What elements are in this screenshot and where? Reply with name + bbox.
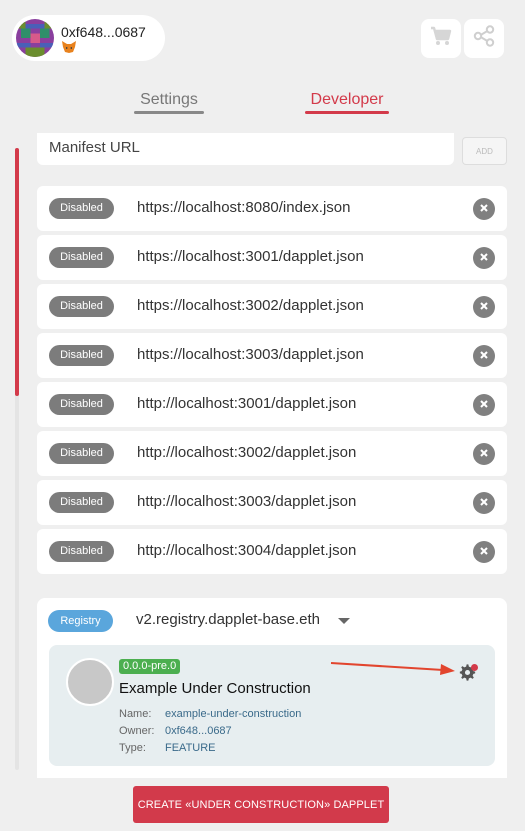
remove-button[interactable] [473,296,495,318]
status-badge[interactable]: Disabled [49,296,114,317]
close-icon [479,494,489,512]
owner-label: Owner: [119,725,155,737]
registry-row: Disabled https://localhost:3001/dapplet.j… [37,235,507,280]
module-name-row: Name: example-under-construction [119,708,301,720]
module-avatar [66,658,114,706]
scrollbar-thumb[interactable] [15,148,19,396]
registry-row: Disabled https://localhost:3002/dapplet.j… [37,284,507,329]
module-type: FEATURE [165,742,216,754]
remove-button[interactable] [473,345,495,367]
status-badge[interactable]: Disabled [49,443,114,464]
name-label: Name: [119,708,152,720]
module-title: Example Under Construction [119,680,311,697]
close-icon [479,445,489,463]
close-icon [479,200,489,218]
status-badge[interactable]: Disabled [49,394,114,415]
manifest-url-input[interactable]: Manifest URL [37,133,454,165]
registry-url: http://localhost:3002/dapplet.json [137,444,357,461]
registry-url: https://localhost:3001/dapplet.json [137,248,364,265]
status-badge[interactable]: Disabled [49,198,114,219]
status-badge[interactable]: Disabled [49,541,114,562]
remove-button[interactable] [473,541,495,563]
registry-url: https://localhost:8080/index.json [137,199,351,216]
registry-url: http://localhost:3001/dapplet.json [137,395,357,412]
module-card: 0.0.0-pre.0 Example Under Construction N… [49,645,495,766]
module-owner-row: Owner: 0xf648...0687 [119,725,232,737]
cart-button[interactable] [421,19,461,58]
registry-url: https://localhost:3003/dapplet.json [137,346,364,363]
close-icon [479,298,489,316]
account-button[interactable]: 0xf648...0687 [12,15,165,61]
remove-button[interactable] [473,394,495,416]
share-button[interactable] [464,19,504,58]
close-icon [479,543,489,561]
registry-row: Disabled https://localhost:3003/dapplet.j… [37,333,507,378]
tab-developer[interactable]: Developer [305,91,389,109]
remove-button[interactable] [473,247,495,269]
registry-row: Disabled http://localhost:3004/dapplet.js… [37,529,507,574]
create-dapplet-button[interactable]: CREATE «UNDER CONSTRUCTION» DAPPLET [133,786,389,823]
account-address: 0xf648...0687 [61,24,146,40]
registry-row: Disabled http://localhost:3003/dapplet.js… [37,480,507,525]
add-button[interactable]: ADD [462,137,507,165]
arrow-annotation [330,662,455,675]
registry-url: http://localhost:3004/dapplet.json [137,542,357,559]
registry-row: Disabled https://localhost:8080/index.jso… [37,186,507,231]
metamask-fox-icon [62,40,76,53]
status-badge[interactable]: Disabled [49,345,114,366]
notification-dot [471,664,478,671]
registry-url: https://localhost:3002/dapplet.json [137,297,364,314]
cart-icon [430,26,452,51]
module-type-row: Type: FEATURE [119,742,216,754]
remove-button[interactable] [473,492,495,514]
registry-row: Disabled http://localhost:3002/dapplet.js… [37,431,507,476]
close-icon [479,249,489,267]
type-label: Type: [119,742,146,754]
registry-badge: Registry [48,610,113,632]
tab-settings[interactable]: Settings [134,91,204,109]
registry-row: Disabled http://localhost:3001/dapplet.js… [37,382,507,427]
remove-button[interactable] [473,198,495,220]
status-badge[interactable]: Disabled [49,492,114,513]
share-icon [473,25,495,52]
status-badge[interactable]: Disabled [49,247,114,268]
close-icon [479,347,489,365]
remove-button[interactable] [473,443,495,465]
registry-select[interactable]: v2.registry.dapplet-base.eth [136,611,320,628]
close-icon [479,396,489,414]
version-badge: 0.0.0-pre.0 [119,659,181,674]
tab-developer-underline [305,111,389,114]
registry-url: http://localhost:3003/dapplet.json [137,493,357,510]
module-owner: 0xf648...0687 [165,725,232,737]
header: 0xf648...0687 [0,0,525,80]
avatar [16,19,54,57]
registry-panel: Registry v2.registry.dapplet-base.eth 0.… [37,598,507,778]
module-name: example-under-construction [165,708,302,720]
tab-settings-underline [134,111,204,114]
chevron-down-icon[interactable] [338,618,350,624]
